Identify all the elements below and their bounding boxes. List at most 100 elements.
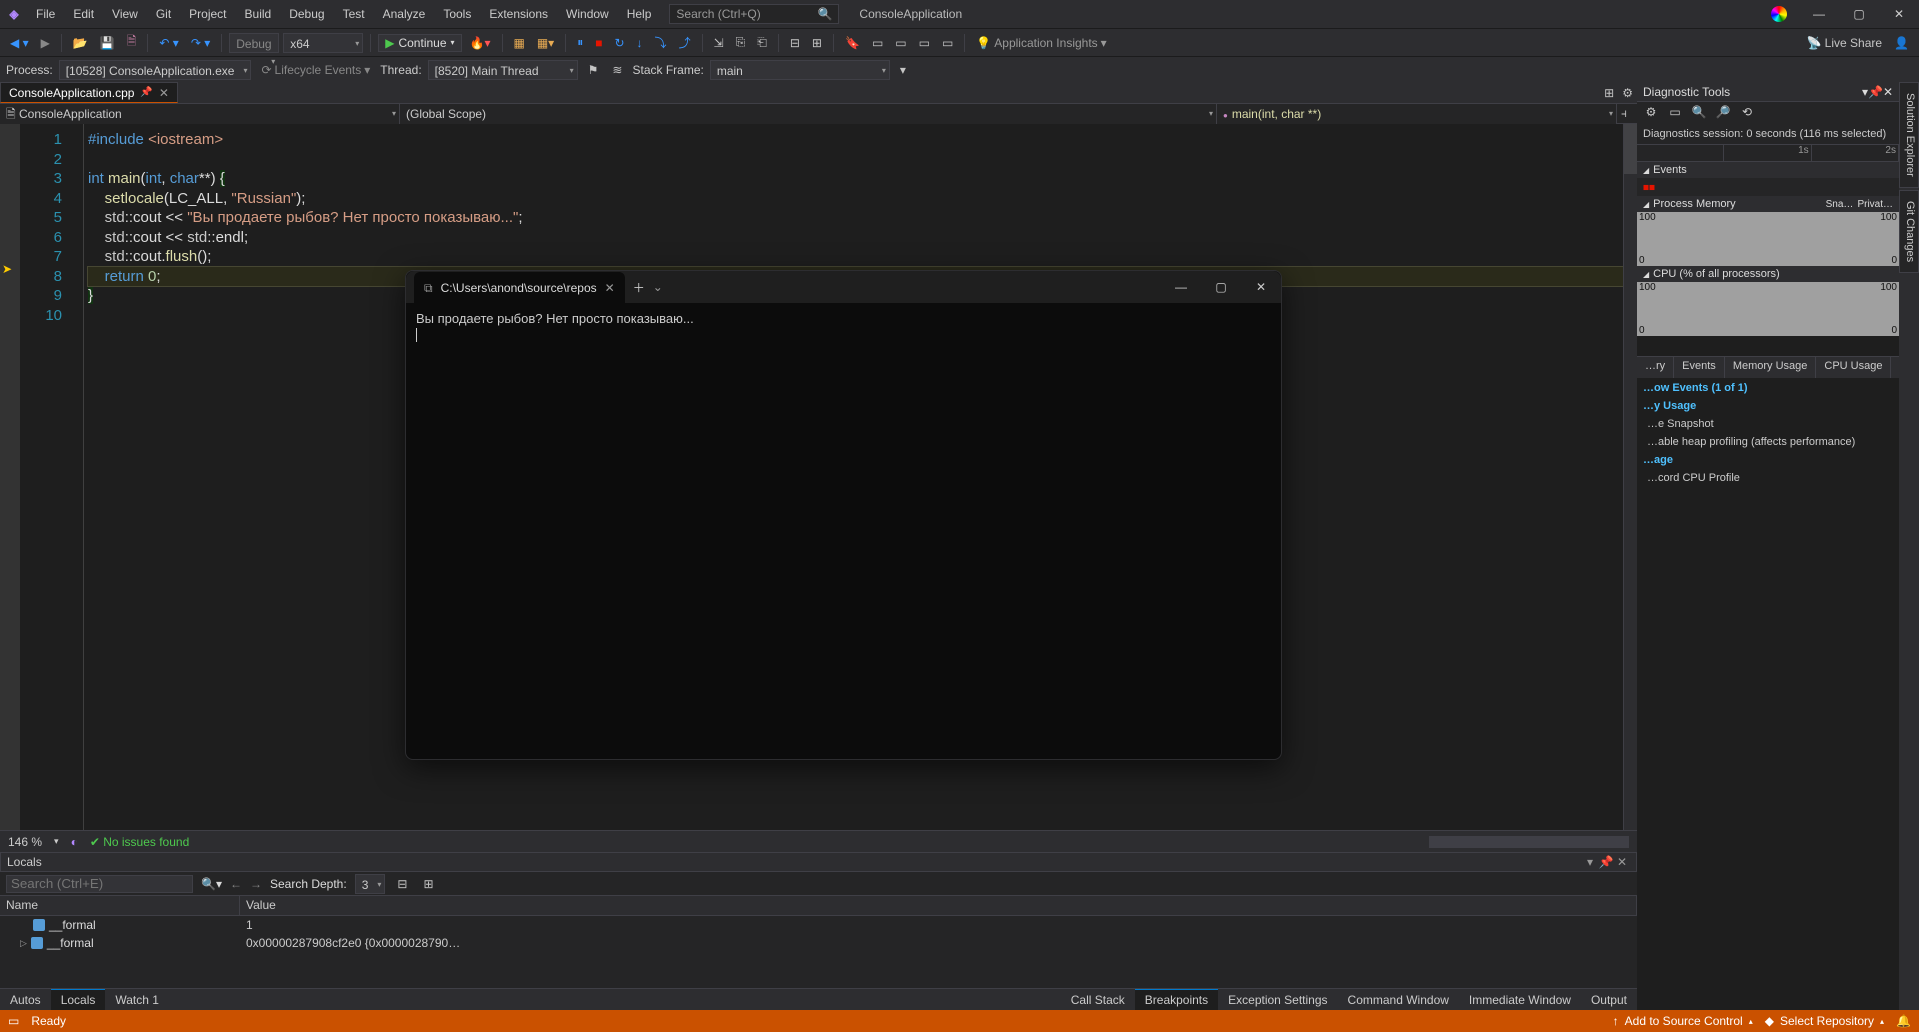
step-over-icon[interactable]: ⤵ — [651, 32, 671, 53]
flag-icon[interactable]: ⚑ — [584, 61, 603, 79]
nav-next-icon[interactable]: → — [250, 877, 262, 891]
menu-git[interactable]: Git — [148, 3, 179, 25]
toolbar-icon[interactable]: ▭ — [915, 34, 934, 52]
menu-build[interactable]: Build — [237, 3, 280, 25]
event-marker-icon[interactable]: ⏹⏹ — [1643, 180, 1655, 195]
menu-analyze[interactable]: Analyze — [375, 3, 434, 25]
horizontal-scrollbar[interactable] — [1429, 836, 1629, 848]
toolbar-customize-icon[interactable]: ▾ — [896, 61, 910, 79]
bottom-tab-immediate-window[interactable]: Immediate Window — [1459, 990, 1581, 1010]
step-into-icon[interactable]: ↓ — [633, 34, 647, 52]
pin-icon[interactable]: 📌 — [1598, 855, 1614, 869]
menu-file[interactable]: File — [28, 3, 63, 25]
restart-icon[interactable]: ↻ — [610, 34, 628, 52]
nav-prev-icon[interactable]: ← — [230, 877, 242, 891]
menu-window[interactable]: Window — [558, 3, 617, 25]
save-icon[interactable]: 💾 — [96, 34, 119, 52]
diag-tab[interactable]: …ry — [1637, 357, 1674, 378]
maximize-button[interactable]: ▢ — [1839, 0, 1879, 28]
cpu-section-header[interactable]: ◢CPU (% of all processors) — [1637, 266, 1899, 282]
health-indicator-icon[interactable]: ◐ — [71, 835, 78, 849]
diag-link[interactable]: …able heap profiling (affects performanc… — [1643, 436, 1893, 448]
toolbar-icon[interactable]: ⇲ — [710, 34, 728, 52]
diag-tab[interactable]: Events — [1674, 357, 1725, 378]
locals-row[interactable]: __formal1 — [0, 916, 1637, 934]
process-combo[interactable]: [10528] ConsoleApplication.exe — [59, 60, 252, 80]
doc-settings-icon[interactable]: ⚙ — [1618, 82, 1637, 103]
toolbar-icon[interactable]: ▭ — [891, 34, 910, 52]
menu-extensions[interactable]: Extensions — [481, 3, 556, 25]
live-share-button[interactable]: 📡 Live Share — [1803, 34, 1886, 52]
reset-zoom-icon[interactable]: ⟲ — [1739, 105, 1755, 121]
continue-button[interactable]: ▶ Continue ▾ — [378, 34, 461, 52]
terminal-tab[interactable]: ⧉ C:\Users\anond\source\repos ✕ — [414, 272, 625, 304]
outlining-margin[interactable] — [70, 124, 84, 830]
minimize-button[interactable]: — — [1799, 0, 1839, 28]
toolbar-icon[interactable]: ▭ — [938, 34, 957, 52]
toggle-preview-icon[interactable]: ⊞ — [1600, 82, 1618, 103]
col-name[interactable]: Name — [0, 896, 240, 915]
terminal-window[interactable]: ⧉ C:\Users\anond\source\repos ✕ ＋ ⌄ — ▢ … — [405, 270, 1282, 760]
cpu-graph[interactable]: 1000 1000 — [1637, 282, 1899, 336]
menu-debug[interactable]: Debug — [281, 3, 332, 25]
menu-view[interactable]: View — [104, 3, 146, 25]
menu-project[interactable]: Project — [181, 3, 234, 25]
nav-back-icon[interactable]: ◀ ▾ — [6, 34, 33, 52]
toggle-icon[interactable]: ⊟ — [393, 875, 411, 893]
menu-help[interactable]: Help — [619, 3, 660, 25]
undo-icon[interactable]: ↶ ▾ — [155, 34, 182, 52]
bottom-tab-exception-settings[interactable]: Exception Settings — [1218, 990, 1337, 1010]
code-line[interactable] — [88, 150, 1623, 170]
notifications-icon[interactable]: 🔔 — [1896, 1014, 1911, 1028]
project-scope-combo[interactable]: 🗎 ConsoleApplication — [0, 104, 400, 124]
bottom-tab-watch-1[interactable]: Watch 1 — [105, 990, 169, 1010]
config-combo[interactable]: Debug — [229, 33, 279, 53]
toolbar-icon[interactable]: ▭ — [868, 34, 887, 52]
close-button[interactable]: ✕ — [1241, 273, 1281, 301]
menu-test[interactable]: Test — [335, 3, 373, 25]
split-icon[interactable]: ⫞ — [1617, 104, 1637, 123]
events-section-header[interactable]: ◢Events — [1637, 162, 1899, 178]
close-tab-icon[interactable]: ✕ — [159, 86, 169, 100]
maximize-button[interactable]: ▢ — [1201, 273, 1241, 301]
code-line[interactable]: int main(int, char**) { — [88, 169, 1623, 189]
bottom-tab-locals[interactable]: Locals — [51, 989, 106, 1010]
menu-tools[interactable]: Tools — [435, 3, 479, 25]
tool-icon[interactable]: ▭ — [1667, 105, 1683, 121]
bottom-tab-call-stack[interactable]: Call Stack — [1061, 990, 1135, 1010]
vertical-scrollbar[interactable] — [1623, 124, 1637, 830]
stackframe-combo[interactable]: main — [710, 60, 890, 80]
bottom-tab-breakpoints[interactable]: Breakpoints — [1135, 989, 1218, 1010]
diag-link[interactable]: …e Snapshot — [1643, 418, 1893, 430]
toolbar-icon[interactable]: ▦ — [510, 34, 529, 52]
thread-combo[interactable]: [8520] Main Thread — [428, 60, 578, 80]
close-icon[interactable]: ✕ — [1883, 85, 1893, 99]
save-all-icon[interactable]: 🗎 — [123, 30, 141, 55]
diag-link[interactable]: …age — [1643, 454, 1893, 466]
close-tab-icon[interactable]: ✕ — [605, 281, 615, 295]
diag-link[interactable]: …y Usage — [1643, 400, 1893, 412]
col-value[interactable]: Value — [240, 896, 1637, 915]
terminal-titlebar[interactable]: ⧉ C:\Users\anond\source\repos ✕ ＋ ⌄ — ▢ … — [406, 271, 1281, 303]
select-repository[interactable]: Select Repository▴ — [1765, 1014, 1884, 1028]
diag-tab[interactable]: Memory Usage — [1725, 357, 1817, 378]
pin-icon[interactable]: 📌 — [140, 87, 152, 98]
toolbar-icon[interactable]: ⎗ — [753, 33, 771, 52]
feedback-icon[interactable] — [1771, 6, 1787, 22]
step-out-icon[interactable]: ⤴ — [675, 32, 695, 53]
redo-icon[interactable]: ↷ ▾ — [187, 34, 214, 52]
toolbar-icon[interactable]: ⊞ — [808, 34, 826, 52]
global-scope-combo[interactable]: (Global Scope) — [400, 104, 1217, 124]
locals-search-input[interactable] — [6, 875, 193, 893]
issues-status[interactable]: ✔ No issues found — [90, 835, 189, 849]
account-icon[interactable]: 👤 — [1890, 34, 1913, 52]
code-line[interactable]: std::cout.flush(); — [88, 247, 1623, 267]
diag-link[interactable]: …cord CPU Profile — [1643, 472, 1893, 484]
code-line[interactable]: #include <iostream> — [88, 130, 1623, 150]
bottom-tab-output[interactable]: Output — [1581, 990, 1637, 1010]
function-scope-combo[interactable]: main(int, char **) — [1217, 104, 1617, 124]
code-line[interactable]: setlocale(LC_ALL, "Russian"); — [88, 189, 1623, 209]
vertical-tab-git-changes[interactable]: Git Changes — [1899, 190, 1919, 273]
code-line[interactable]: std::cout << "Вы продаете рыбов? Нет про… — [88, 208, 1623, 228]
tab-menu-icon[interactable]: ⌄ — [653, 280, 663, 294]
